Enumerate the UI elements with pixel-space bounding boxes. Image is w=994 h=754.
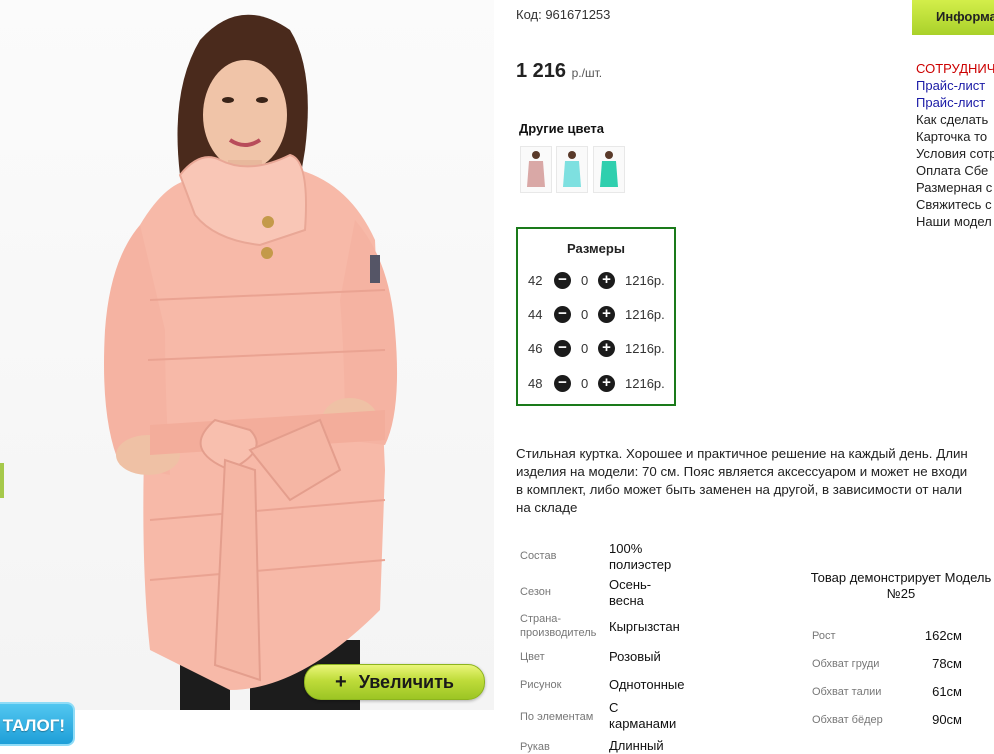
- price-unit: р./шт.: [571, 66, 603, 80]
- plus-icon[interactable]: +: [598, 340, 615, 357]
- plus-icon[interactable]: +: [598, 306, 615, 323]
- size-label: 44: [528, 307, 543, 322]
- link-size-chart[interactable]: Размерная с: [916, 179, 992, 196]
- spec-sleeve-value: Длинный: [609, 738, 664, 753]
- size-label: 48: [528, 376, 543, 391]
- color-swatch-turquoise[interactable]: [593, 146, 625, 193]
- spec-season-value: Осень-весна: [609, 577, 652, 608]
- zoom-button[interactable]: + Увеличить: [304, 664, 485, 700]
- spec-pattern-label: Рисунок: [520, 679, 562, 691]
- sizes-title: Размеры: [567, 241, 625, 256]
- size-row-48: 48 − 0 + 1216р.: [518, 374, 674, 394]
- link-cooperation-terms[interactable]: Условия сотр: [916, 145, 994, 162]
- model-height-value: 162см: [924, 628, 962, 643]
- size-price: 1216р.: [625, 273, 665, 288]
- product-description: Стильная куртка. Хорошее и практичное ре…: [516, 445, 994, 517]
- model-in-pink-jacket-image: [104, 14, 398, 710]
- info-button[interactable]: Информа: [912, 0, 994, 35]
- model-waist-value: 61см: [932, 684, 962, 699]
- size-label: 46: [528, 341, 543, 356]
- description-line: изделия на модели: 70 см. Пояс является …: [516, 464, 968, 479]
- plus-icon: +: [335, 670, 347, 693]
- model-chest-label: Обхват груди: [812, 658, 880, 670]
- link-how-to-order[interactable]: Как сделать: [916, 111, 988, 128]
- product-price: 1 216 р./шт.: [516, 60, 602, 83]
- spec-country-value: Кыргызстан: [609, 619, 680, 634]
- size-row-42: 42 − 0 + 1216р.: [518, 271, 674, 291]
- product-photo[interactable]: [0, 0, 494, 710]
- size-row-44: 44 − 0 + 1216р.: [518, 305, 674, 325]
- link-contact[interactable]: Свяжитесь с: [916, 196, 992, 213]
- size-quantity[interactable]: 0: [581, 341, 588, 356]
- zoom-label: Увеличить: [358, 671, 454, 692]
- spec-season-label: Сезон: [520, 586, 551, 598]
- catalog-badge[interactable]: ТАЛОГ!: [0, 702, 75, 746]
- spec-sleeve-label: Рукав: [520, 741, 550, 753]
- size-quantity[interactable]: 0: [581, 273, 588, 288]
- size-row-46: 46 − 0 + 1216р.: [518, 339, 674, 359]
- spec-elements-value: С карманами: [609, 700, 677, 731]
- size-price: 1216р.: [625, 341, 665, 356]
- size-price: 1216р.: [625, 307, 665, 322]
- spec-composition-label: Состав: [520, 550, 557, 562]
- spec-country-label: Страна-производитель: [520, 613, 597, 639]
- model-height-label: Рост: [812, 630, 836, 642]
- spec-composition-value: 100% полиэстер: [609, 541, 672, 572]
- description-line: на складе: [516, 500, 578, 515]
- model-hips-value: 90см: [932, 712, 962, 727]
- left-edge-tab[interactable]: [0, 463, 4, 498]
- size-quantity[interactable]: 0: [581, 376, 588, 391]
- model-title: Товар демонстрирует Модель №25: [810, 570, 992, 601]
- description-line: Стильная куртка. Хорошее и практичное ре…: [516, 446, 968, 461]
- size-label: 42: [528, 273, 543, 288]
- size-price: 1216р.: [625, 376, 665, 391]
- model-chest-value: 78см: [932, 656, 962, 671]
- spec-elements-label: По элементам: [520, 711, 594, 723]
- model-waist-label: Обхват талии: [812, 686, 882, 698]
- sizes-panel: Размеры 42 − 0 + 1216р. 44 − 0 + 1216р. …: [516, 227, 676, 406]
- minus-icon[interactable]: −: [554, 306, 571, 323]
- color-swatch-pink[interactable]: [520, 146, 552, 193]
- minus-icon[interactable]: −: [554, 272, 571, 289]
- plus-icon[interactable]: +: [598, 375, 615, 392]
- other-colors-title: Другие цвета: [519, 121, 604, 136]
- spec-pattern-value: Однотонные: [609, 677, 685, 692]
- link-payment[interactable]: Оплата Сбе: [916, 162, 988, 179]
- price-value: 1 216: [516, 60, 567, 82]
- color-swatch-aqua[interactable]: [556, 146, 588, 193]
- link-price-list-1[interactable]: Прайс-лист: [916, 77, 985, 94]
- link-product-card[interactable]: Карточка то: [916, 128, 987, 145]
- link-price-list-2[interactable]: Прайс-лист: [916, 94, 985, 111]
- plus-icon[interactable]: +: [598, 272, 615, 289]
- link-our-models[interactable]: Наши модел: [916, 213, 992, 230]
- size-quantity[interactable]: 0: [581, 307, 588, 322]
- description-line: в комплект, либо может быть заменен на д…: [516, 482, 963, 497]
- model-hips-label: Обхват бёдер: [812, 714, 883, 726]
- product-code: Код: 961671253: [516, 7, 611, 22]
- link-cooperation[interactable]: СОТРУДНИЧ: [916, 60, 994, 77]
- minus-icon[interactable]: −: [554, 375, 571, 392]
- minus-icon[interactable]: −: [554, 340, 571, 357]
- spec-color-value: Розовый: [609, 649, 661, 664]
- spec-color-label: Цвет: [520, 651, 545, 663]
